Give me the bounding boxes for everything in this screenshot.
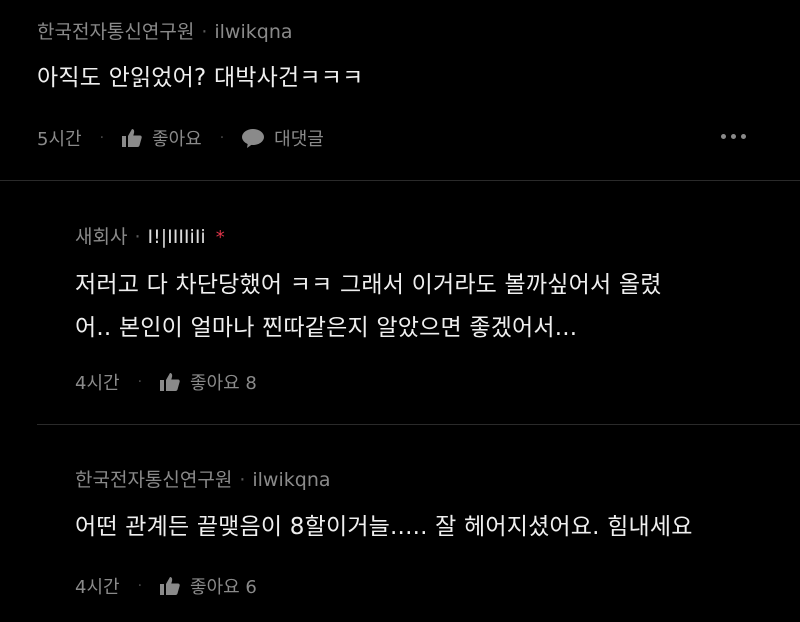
comment-1-text: 아직도 안읽었어? 대박사건ㅋㅋㅋ: [37, 60, 363, 97]
comment-2-star: *: [215, 227, 225, 248]
comment-3-meta: 한국전자통신연구원 · ilwikqna: [75, 465, 331, 492]
thumbs-up-icon: [122, 129, 142, 147]
action-separator: ·: [219, 130, 225, 146]
comment-1-reply-label: 대댓글: [274, 129, 324, 150]
comment-divider: [37, 424, 800, 425]
comment-2-like-button[interactable]: 좋아요 8: [160, 369, 257, 395]
comment-1-like-button[interactable]: 좋아요: [122, 125, 202, 151]
comment-2-author[interactable]: 새회사: [75, 226, 127, 248]
comment-1-time: 5시간: [37, 129, 82, 150]
meta-separator: ·: [134, 226, 141, 248]
comment-3-actions: 4시간 · 좋아요 6: [75, 573, 257, 599]
comment-2-meta: 새회사 · I!|IIIIiIi *: [75, 222, 225, 249]
comment-3-handle[interactable]: ilwikqna: [252, 469, 330, 491]
comment-3-like-label: 좋아요 6: [190, 577, 257, 598]
action-separator: ·: [137, 578, 143, 594]
comment-1-like-label: 좋아요: [152, 129, 202, 150]
comment-1-handle[interactable]: ilwikqna: [214, 21, 292, 43]
comment-2-like-label: 좋아요 8: [190, 373, 257, 394]
comment-1-meta: 한국전자통신연구원 · ilwikqna: [37, 17, 293, 44]
comment-1-actions: 5시간 · 좋아요 · 대댓글: [37, 125, 324, 151]
comment-1-reply-button[interactable]: 대댓글: [242, 125, 324, 151]
comment-3-text: 어떤 관계든 끝맺음이 8할이거늘..... 잘 헤어지셨어요. 힘내세요: [75, 509, 693, 546]
action-separator: ·: [99, 130, 105, 146]
comment-2-text: 저러고 다 차단당했어 ㅋㅋ 그래서 이거라도 볼까싶어서 올렸 어.. 본인이…: [75, 267, 662, 347]
comment-3-like-button[interactable]: 좋아요 6: [160, 573, 257, 599]
thumbs-up-icon: [160, 373, 180, 391]
comment-3-time: 4시간: [75, 577, 120, 598]
comment-2-time: 4시간: [75, 373, 120, 394]
action-separator: ·: [137, 374, 143, 390]
meta-separator: ·: [239, 469, 246, 491]
comment-1-author[interactable]: 한국전자통신연구원: [37, 21, 194, 43]
comment-2-actions: 4시간 · 좋아요 8: [75, 369, 257, 395]
meta-separator: ·: [201, 21, 208, 43]
comment-1-line-1: 아직도 안읽었어? 대박사건ㅋㅋㅋ: [37, 65, 364, 91]
comment-2-line-1: 저러고 다 차단당했어 ㅋㅋ 그래서 이거라도 볼까싶어서 올렸: [75, 272, 662, 298]
speech-bubble-icon: [242, 128, 265, 148]
comment-divider: [0, 180, 800, 181]
comment-3-author[interactable]: 한국전자통신연구원: [75, 469, 232, 491]
comment-2-handle[interactable]: I!|IIIIiIi: [148, 226, 206, 248]
more-dots-icon[interactable]: [721, 134, 746, 139]
thumbs-up-icon: [160, 577, 180, 595]
comment-3-line-1: 어떤 관계든 끝맺음이 8할이거늘..... 잘 헤어지셨어요. 힘내세요: [75, 514, 693, 540]
comment-2-line-2: 어.. 본인이 얼마나 찐따같은지 알았으면 좋겠어서...: [75, 315, 578, 341]
